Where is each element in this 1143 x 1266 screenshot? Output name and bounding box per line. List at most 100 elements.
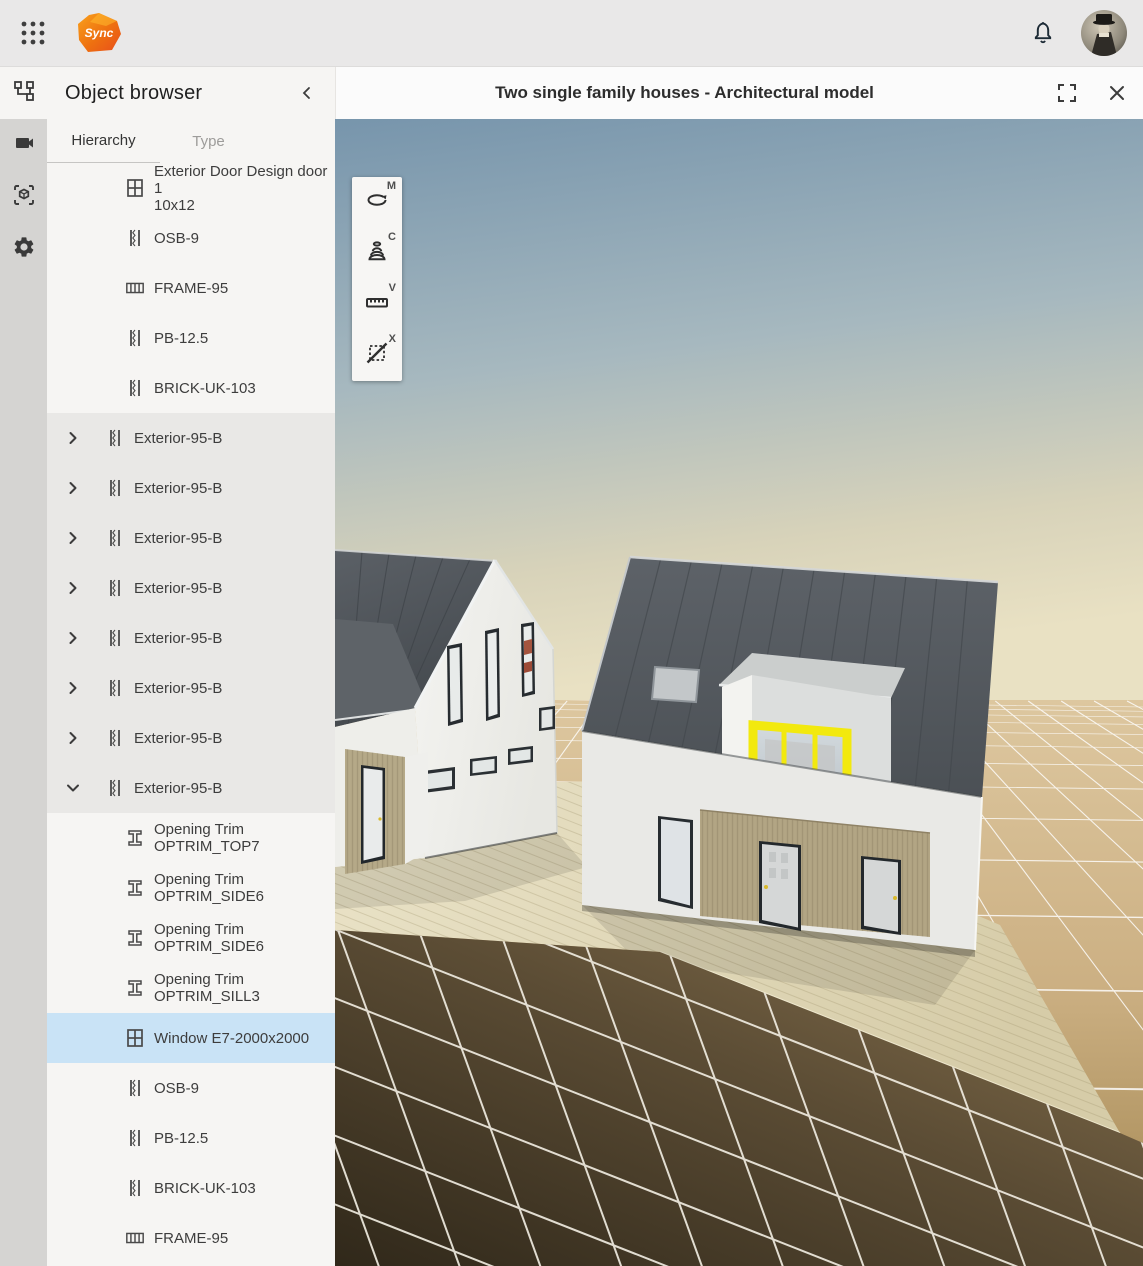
tree-item[interactable]: Opening TrimOPTRIM_SIDE6 bbox=[47, 863, 335, 913]
orbit-tool-button[interactable]: M bbox=[352, 177, 402, 228]
video-camera-icon bbox=[12, 131, 36, 160]
shortcut-key-label: X bbox=[389, 333, 396, 345]
tree-item[interactable]: Exterior-95-B bbox=[47, 463, 335, 513]
sidebar-item-object-browser[interactable] bbox=[0, 67, 47, 119]
tree-item[interactable]: OSB-9 bbox=[47, 1063, 335, 1113]
chevron-right-icon[interactable] bbox=[65, 580, 81, 596]
tab-type[interactable]: Type bbox=[160, 119, 257, 163]
model-viewport: Two single family houses - Architectural… bbox=[335, 67, 1143, 1266]
scene-3d-canvas[interactable]: M CVX bbox=[335, 119, 1143, 1266]
trim-object-icon bbox=[125, 978, 145, 998]
shortcut-key-label: M bbox=[387, 180, 396, 192]
tree-item-label: Opening TrimOPTRIM_SIDE6 bbox=[154, 871, 264, 905]
sidebar-item-settings[interactable] bbox=[0, 223, 47, 275]
wall-object-icon bbox=[125, 378, 145, 398]
app-grid-icon[interactable] bbox=[16, 16, 50, 50]
chevron-down-icon[interactable] bbox=[65, 780, 81, 796]
tree-item-label: FRAME-95 bbox=[154, 1230, 228, 1247]
tree-item-label: OSB-9 bbox=[154, 230, 199, 247]
tree-item-label: Opening TrimOPTRIM_SILL3 bbox=[154, 971, 260, 1005]
viewport-header: Two single family houses - Architectural… bbox=[335, 67, 1143, 119]
tree-item[interactable]: PB-12.5 bbox=[47, 313, 335, 363]
tree-item-label: Opening TrimOPTRIM_SIDE6 bbox=[154, 921, 264, 955]
tree-item-label: Exterior-95-B bbox=[134, 630, 222, 647]
window-object-icon bbox=[125, 1028, 145, 1048]
object-browser-panel: Object browser Hierarchy Type Exterior D… bbox=[47, 67, 335, 1266]
tree-item[interactable]: OSB-9 bbox=[47, 213, 335, 263]
wall-object-icon bbox=[125, 1078, 145, 1098]
trim-object-icon bbox=[125, 828, 145, 848]
clip-plane-off-tool-button[interactable]: X bbox=[352, 330, 402, 381]
tree-item-label: Window E7-2000x2000 bbox=[154, 1030, 309, 1047]
tree-item[interactable]: Exterior-95-B bbox=[47, 413, 335, 463]
chevron-right-icon[interactable] bbox=[65, 530, 81, 546]
tree-item-label: Exterior-95-B bbox=[134, 680, 222, 697]
tree-item[interactable]: Window E7-2000x2000 bbox=[47, 1013, 335, 1063]
tree-item[interactable]: Exterior-95-B bbox=[47, 663, 335, 713]
wall-object-icon bbox=[125, 1178, 145, 1198]
wall-object-icon bbox=[105, 478, 125, 498]
chevron-right-icon[interactable] bbox=[65, 480, 81, 496]
sync-logo[interactable]: Sync bbox=[76, 12, 122, 54]
tree-item-label: OSB-9 bbox=[154, 1080, 199, 1097]
tree-item[interactable]: Opening TrimOPTRIM_TOP7 bbox=[47, 813, 335, 863]
cube-select-icon bbox=[12, 183, 36, 212]
object-tree: Exterior Door Design door 110x12 OSB-9 FRA… bbox=[47, 163, 335, 1266]
window-object-icon bbox=[125, 178, 145, 198]
viewport-title: Two single family houses - Architectural… bbox=[336, 83, 1033, 103]
wall-object-icon bbox=[105, 578, 125, 598]
tree-item[interactable]: FRAME-95 bbox=[47, 1213, 335, 1263]
clip-plane-off-icon bbox=[364, 340, 390, 371]
tree-item-label: BRICK-UK-103 bbox=[154, 380, 256, 397]
tree-item-label: Exterior-95-B bbox=[134, 430, 222, 447]
user-avatar[interactable] bbox=[1081, 10, 1127, 56]
scene-skylight bbox=[652, 667, 699, 702]
hierarchy-icon bbox=[13, 80, 35, 107]
measure-ruler-icon bbox=[364, 289, 390, 320]
sidebar-item-model-select[interactable] bbox=[0, 171, 47, 223]
tab-hierarchy[interactable]: Hierarchy bbox=[47, 119, 160, 163]
fullscreen-icon[interactable] bbox=[1053, 79, 1081, 107]
wall-object-icon bbox=[125, 1128, 145, 1148]
chevron-right-icon[interactable] bbox=[65, 630, 81, 646]
tree-item-label: FRAME-95 bbox=[154, 280, 228, 297]
tree-item[interactable]: Exterior Door Design door 110x12 bbox=[47, 163, 335, 213]
notifications-bell-icon[interactable] bbox=[1027, 17, 1059, 49]
tree-item[interactable]: Exterior-95-B bbox=[47, 563, 335, 613]
tree-item-label: Exterior-95-B bbox=[134, 530, 222, 547]
tree-item[interactable]: Opening TrimOPTRIM_SILL3 bbox=[47, 963, 335, 1013]
chevron-right-icon[interactable] bbox=[65, 680, 81, 696]
wall-object-icon bbox=[105, 528, 125, 548]
close-icon[interactable] bbox=[1103, 79, 1131, 107]
tree-item[interactable]: Exterior-95-B bbox=[47, 513, 335, 563]
wall-object-icon bbox=[125, 228, 145, 248]
tree-item[interactable]: FRAME-95 bbox=[47, 263, 335, 313]
measure-ruler-tool-button[interactable]: V bbox=[352, 279, 402, 330]
tree-item[interactable]: Exterior-95-B bbox=[47, 713, 335, 763]
scene-right-house[interactable] bbox=[582, 557, 998, 957]
chevron-right-icon[interactable] bbox=[65, 730, 81, 746]
tree-item-label: Opening TrimOPTRIM_TOP7 bbox=[154, 821, 260, 855]
avatar-mode-icon bbox=[364, 238, 390, 269]
chevron-right-icon[interactable] bbox=[65, 430, 81, 446]
tree-item-label: Exterior-95-B bbox=[134, 580, 222, 597]
trim-object-icon bbox=[125, 878, 145, 898]
tree-item[interactable]: BRICK-UK-103 bbox=[47, 1163, 335, 1213]
avatar-mode-tool-button[interactable]: C bbox=[352, 228, 402, 279]
tree-item[interactable]: PB-12.5 bbox=[47, 1113, 335, 1163]
wall-object-icon bbox=[105, 678, 125, 698]
panel-title: Object browser bbox=[65, 82, 293, 105]
tree-item-label: Exterior-95-B bbox=[134, 480, 222, 497]
sidebar-item-views[interactable] bbox=[0, 119, 47, 171]
wall-object-icon bbox=[105, 778, 125, 798]
frame-object-icon bbox=[125, 1228, 145, 1248]
tree-item[interactable]: BRICK-UK-103 bbox=[47, 363, 335, 413]
collapse-panel-icon[interactable] bbox=[293, 79, 321, 107]
tree-item-label: PB-12.5 bbox=[154, 330, 208, 347]
tree-item-label: PB-12.5 bbox=[154, 1130, 208, 1147]
wall-object-icon bbox=[105, 628, 125, 648]
left-tool-rail bbox=[0, 67, 47, 1266]
tree-item[interactable]: Exterior-95-B bbox=[47, 613, 335, 663]
tree-item[interactable]: Exterior-95-B bbox=[47, 763, 335, 813]
tree-item[interactable]: Opening TrimOPTRIM_SIDE6 bbox=[47, 913, 335, 963]
